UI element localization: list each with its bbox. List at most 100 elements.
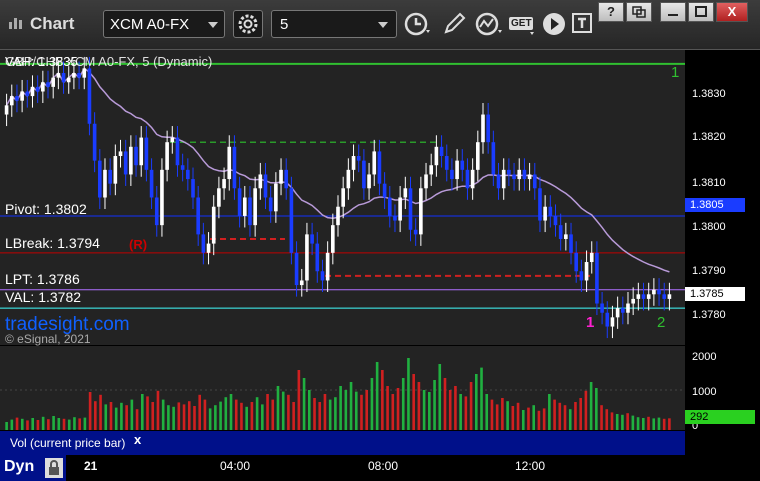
volume-bar: [88, 392, 92, 430]
candle-body: [248, 197, 252, 226]
candle-body: [72, 73, 76, 78]
candle-body: [113, 156, 118, 184]
volume-study-tab[interactable]: Vol (current price bar) x: [0, 431, 685, 455]
price-chart[interactable]: [0, 50, 685, 345]
time-label: 04:00: [220, 459, 251, 473]
candle-body: [211, 206, 216, 244]
studies-button[interactable]: [474, 10, 502, 38]
help-button[interactable]: ?: [598, 2, 624, 22]
volume-bar: [240, 402, 243, 430]
candle-body: [4, 105, 9, 115]
volume-bar: [438, 364, 442, 430]
volume-bar: [563, 405, 567, 430]
candle-body: [222, 179, 226, 189]
volume-bar: [52, 416, 55, 430]
volume-bar: [328, 399, 332, 430]
volume-bar: [307, 390, 311, 430]
replay-button[interactable]: [540, 10, 568, 38]
volume-bar: [167, 405, 170, 430]
candle-body: [387, 197, 392, 216]
get-data-button[interactable]: GET: [508, 10, 536, 38]
last-price-tag: 1.3785: [685, 287, 745, 301]
settings-button[interactable]: [233, 10, 263, 38]
lpt-label: LPT: 1.3786: [5, 271, 80, 287]
link-button[interactable]: [626, 2, 652, 22]
candle-body: [662, 294, 667, 299]
volume-bar: [662, 418, 666, 430]
chart-header: GBP/CHF XCM A0-FX, 5 (Dynamic): [5, 54, 213, 69]
volume-bar: [417, 382, 421, 430]
candle-body: [382, 183, 387, 198]
interval-selector[interactable]: 5: [271, 10, 397, 38]
dynamic-toggle[interactable]: Dyn: [0, 455, 66, 481]
candle-body: [284, 169, 289, 189]
candle-body: [263, 174, 268, 198]
volume-bar: [83, 417, 87, 430]
draw-tool-button[interactable]: [440, 10, 468, 38]
candle-body: [532, 174, 537, 189]
symbol-selector[interactable]: XCM A0-FX: [103, 10, 225, 38]
volume-bar: [464, 396, 468, 430]
candle-body: [408, 188, 413, 230]
candle-body: [191, 179, 195, 198]
candle-body: [41, 82, 45, 92]
volume-bar: [266, 394, 269, 430]
gear-icon: [238, 14, 258, 34]
candle-body: [362, 160, 366, 189]
close-button[interactable]: X: [716, 2, 748, 22]
candle-body: [439, 146, 444, 157]
volume-bar: [99, 394, 102, 430]
volume-bar: [146, 396, 149, 430]
candle-body: [465, 169, 470, 189]
candle-body: [553, 215, 558, 226]
candle-body: [413, 229, 418, 235]
volume-bar: [641, 418, 645, 430]
time-template-button[interactable]: [402, 10, 430, 38]
volume-pane[interactable]: [0, 346, 685, 430]
candle-body: [118, 151, 123, 157]
candle-body: [372, 151, 377, 175]
volume-bar: [62, 418, 66, 430]
volume-bar: [532, 405, 536, 430]
price-tick: 1.3800: [692, 221, 726, 233]
candle-body: [30, 86, 35, 97]
volume-bar: [208, 408, 212, 430]
help-label: ?: [607, 4, 615, 19]
volume-bar: [287, 394, 290, 430]
candle-body: [134, 146, 138, 166]
candle-body: [294, 252, 299, 286]
chevron-down-icon: [378, 22, 388, 28]
candle-body: [393, 215, 397, 221]
volume-close-icon[interactable]: x: [134, 432, 141, 447]
window-title: Chart: [30, 14, 75, 33]
td-marker-top: 1: [671, 64, 680, 81]
candle-body: [165, 142, 169, 170]
candle-body: [486, 114, 490, 143]
candle-body: [496, 174, 501, 189]
volume-bar: [495, 404, 499, 430]
volume-bar: [636, 417, 640, 430]
volume-bar: [261, 404, 264, 430]
text-tool-button[interactable]: [570, 10, 598, 38]
price-axis[interactable]: [685, 50, 760, 430]
volume-bar: [276, 386, 280, 430]
candle-body: [315, 243, 320, 272]
volume-bar: [574, 402, 577, 430]
volume-bar: [537, 410, 541, 430]
maximize-icon: [695, 6, 707, 17]
candle-body: [170, 137, 175, 143]
volume-bar: [448, 390, 452, 430]
volume-bar: [334, 397, 337, 430]
candle-body: [476, 142, 480, 170]
candle-body: [377, 151, 382, 184]
minimize-button[interactable]: [660, 2, 686, 22]
candle-body: [123, 151, 128, 175]
volume-last-tag: 292: [685, 410, 755, 424]
candle-body: [641, 294, 646, 299]
candle-body: [268, 197, 273, 212]
chevron-down-icon: [208, 22, 218, 28]
volume-bar: [10, 419, 14, 430]
maximize-button[interactable]: [688, 2, 714, 22]
volume-bar: [47, 419, 50, 430]
candle-body: [538, 188, 542, 221]
